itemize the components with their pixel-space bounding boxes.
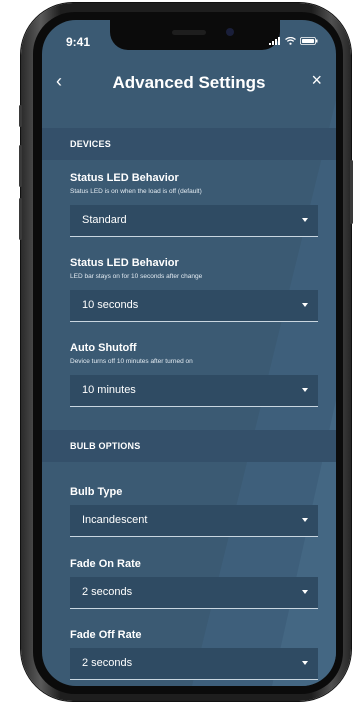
bulb-type-dropdown[interactable]: Incandescent (70, 505, 318, 537)
setting-label: Status LED Behavior (70, 257, 179, 269)
phone-volume-down-button (19, 198, 22, 240)
status-bar: 9:41 (42, 20, 336, 60)
dropdown-value: 2 seconds (82, 586, 133, 598)
app-header: ‹ Advanced Settings × (42, 60, 336, 104)
section-title: DEVICES (70, 139, 111, 149)
signal-icon (269, 37, 280, 45)
section-header-bulb-options: BULB OPTIONS (42, 430, 336, 462)
app-screen: 9:41 ‹ Advanced Settings × DEVICES Statu… (42, 20, 336, 686)
chevron-down-icon (302, 388, 308, 392)
chevron-down-icon (302, 518, 308, 522)
setting-description: Status LED is on when the load is off (d… (70, 188, 202, 195)
battery-icon (300, 37, 318, 45)
chevron-down-icon (302, 590, 308, 594)
page-title: Advanced Settings (112, 73, 266, 92)
fade-off-rate-dropdown[interactable]: 2 seconds (70, 648, 318, 680)
status-time: 9:41 (66, 35, 91, 49)
dropdown-value: 10 minutes (82, 384, 136, 396)
setting-label: Fade Off Rate (70, 629, 142, 641)
setting-label: Bulb Type (70, 486, 123, 498)
setting-label: Auto Shutoff (70, 342, 137, 354)
chevron-down-icon (302, 303, 308, 307)
status-led-behavior-dropdown[interactable]: Standard (70, 205, 318, 237)
setting-description: LED bar stays on for 10 seconds after ch… (70, 273, 203, 280)
chevron-down-icon (302, 218, 308, 222)
led-bar-duration-dropdown[interactable]: 10 seconds (70, 290, 318, 322)
phone-power-button (350, 160, 353, 224)
wifi-icon (285, 37, 296, 45)
section-header-devices: DEVICES (42, 128, 336, 160)
dropdown-value: Incandescent (82, 514, 148, 526)
phone-side-button (19, 105, 22, 127)
close-button[interactable]: × (311, 70, 322, 91)
setting-description: Device turns off 10 minutes after turned… (70, 358, 193, 365)
chevron-down-icon (302, 661, 308, 665)
dropdown-value: 10 seconds (82, 299, 139, 311)
setting-label: Status LED Behavior (70, 172, 179, 184)
section-title: BULB OPTIONS (70, 441, 141, 451)
phone-volume-up-button (19, 145, 22, 187)
dropdown-value: Standard (82, 214, 127, 226)
dropdown-value: 2 seconds (82, 657, 133, 669)
status-icons (269, 37, 318, 45)
setting-label: Fade On Rate (70, 558, 141, 570)
fade-on-rate-dropdown[interactable]: 2 seconds (70, 577, 318, 609)
auto-shutoff-dropdown[interactable]: 10 minutes (70, 375, 318, 407)
